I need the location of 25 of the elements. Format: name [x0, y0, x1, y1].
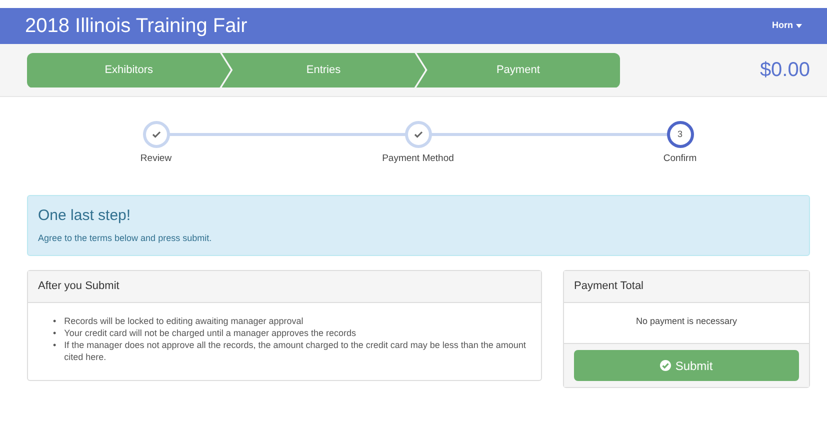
list-item: Records will be locked to editing awaiting manager approval — [64, 314, 304, 327]
panel-heading: After you Submit — [28, 271, 541, 303]
submit-button[interactable]: Submit — [574, 350, 799, 382]
total-amount: $0.00 — [760, 58, 810, 83]
check-icon — [414, 131, 422, 138]
breadcrumb-step[interactable]: Payment — [416, 52, 620, 88]
step-label: Confirm — [663, 152, 697, 166]
caret-icon — [796, 24, 802, 28]
app-title: 2018 Illinois Training Fair — [25, 14, 248, 39]
user-menu[interactable]: Horn — [772, 19, 802, 33]
alert-heading: One last step! — [38, 206, 132, 226]
list-item: Your credit card will not be charged until a manager approves the records — [64, 326, 356, 340]
breadcrumb-step[interactable]: Entries — [222, 52, 426, 88]
breadcrumb-step[interactable]: Exhibitors — [27, 52, 231, 88]
step-label: Payment Method — [382, 152, 454, 166]
bullet-mark: • — [53, 339, 56, 352]
check-icon — [152, 131, 160, 138]
list-item: If the manager does not approve all the records, the amount charged to the credit card may be less than the amount cited here. — [64, 339, 527, 364]
alert-text: Agree to the terms below and press submit. — [38, 232, 213, 245]
check-circle-icon — [660, 360, 672, 372]
bullet-mark: • — [53, 326, 56, 340]
panel-heading: Payment Total — [564, 271, 809, 303]
step-number: 3 — [677, 128, 682, 141]
bullet-mark: • — [53, 314, 56, 327]
step-label: Review — [140, 152, 172, 166]
